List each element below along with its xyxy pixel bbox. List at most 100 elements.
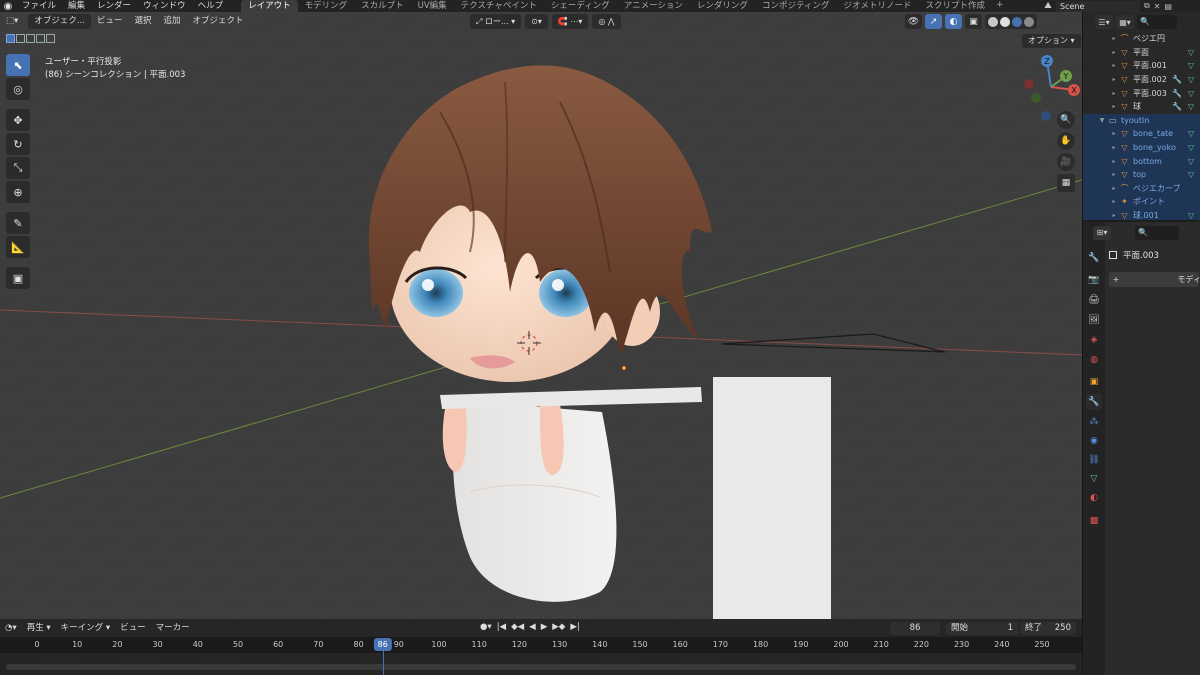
menu-marker[interactable]: マーカー [151, 619, 195, 637]
pivot-point-icon[interactable]: ⊙▾ [525, 14, 548, 29]
solid-shading-icon[interactable] [1000, 16, 1010, 27]
world-tab-icon[interactable]: ◍ [1086, 352, 1102, 368]
tab-shading[interactable]: シェーディング [544, 0, 617, 12]
outliner-row[interactable]: ▸ ▽ bone_yoko ▽ [1083, 140, 1200, 155]
view-layer-icon[interactable]: ▤ [1164, 2, 1172, 11]
outliner-row[interactable]: ▸ ⌒ ベジエカーブ [1083, 181, 1200, 196]
tab-animation[interactable]: アニメーション [617, 0, 690, 12]
menu-object[interactable]: オブジェクト [186, 12, 249, 31]
outliner-row[interactable]: ▸ ▽ top ▽ [1083, 167, 1200, 182]
expand-arrow-icon[interactable]: ▸ [1109, 49, 1119, 56]
next-keyframe-icon[interactable]: ▶◆ [550, 622, 567, 632]
select-invert-icon[interactable] [36, 34, 45, 43]
material-tab-icon[interactable]: ◐ [1086, 490, 1102, 506]
menu-file[interactable]: ファイル [16, 0, 62, 12]
cursor-tool-icon[interactable]: ◎ [6, 78, 30, 100]
select-tool-icon[interactable]: ⬉ [6, 54, 30, 76]
physics-tab-icon[interactable]: ◉ [1086, 433, 1102, 449]
tab-sculpt[interactable]: スカルプト [354, 0, 411, 12]
select-extend-icon[interactable] [16, 34, 25, 43]
add-cube-tool-icon[interactable]: ▣ [6, 267, 30, 289]
wireframe-shading-icon[interactable] [988, 16, 998, 27]
current-frame-indicator[interactable]: 86 [373, 638, 392, 651]
visibility-icon[interactable]: 👁 [905, 14, 922, 29]
texture-tab-icon[interactable]: ▩ [1086, 513, 1102, 529]
scene-name[interactable]: Scene [1056, 0, 1140, 12]
menu-view[interactable]: ビュー [91, 12, 129, 31]
add-workspace-icon[interactable]: + [992, 0, 1008, 12]
ortho-grid-icon[interactable]: ▦ [1057, 174, 1075, 192]
outliner-row[interactable]: ▸ ▽ 平面.003 ▽ 🔧 [1083, 86, 1200, 100]
expand-arrow-icon[interactable]: ▸ [1109, 198, 1119, 205]
tab-rendering[interactable]: レンダリング [690, 0, 755, 12]
tab-uv-editing[interactable]: UV編集 [411, 0, 454, 12]
menu-add[interactable]: 追加 [157, 12, 186, 31]
record-icon[interactable]: ●▾ [478, 622, 494, 632]
menu-select[interactable]: 選択 [128, 12, 157, 31]
expand-arrow-icon[interactable]: ▸ [1109, 35, 1119, 42]
outliner-row[interactable]: ▸ ⌒ ベジエ円 [1083, 32, 1200, 46]
expand-arrow-icon[interactable]: ▸ [1109, 158, 1119, 165]
gizmo-toggle-icon[interactable]: ↗ [925, 14, 942, 29]
annotate-tool-icon[interactable]: ✎ [6, 212, 30, 234]
output-tab-icon[interactable]: 🖨 [1086, 292, 1102, 308]
transform-orientation-dropdown[interactable]: ⤢ ロー... ▾ [470, 14, 522, 29]
camera-icon[interactable]: 🎥 [1057, 153, 1075, 171]
expand-arrow-icon[interactable]: ▸ [1109, 103, 1119, 110]
menu-keying[interactable]: キーイング ▾ [56, 619, 115, 637]
expand-arrow-icon[interactable]: ▸ [1109, 185, 1119, 192]
outliner-row[interactable]: ▸ ▽ 平面 ▽ [1083, 46, 1200, 60]
frame-ruler[interactable]: 0 10 20 30 40 50 60 70 80 90 100 110 120 130 140 150 160… [0, 637, 1082, 653]
tab-layout[interactable]: レイアウト [241, 0, 298, 12]
menu-help[interactable]: ヘルプ [192, 0, 230, 12]
transform-tool-icon[interactable]: ⊕ [6, 181, 30, 203]
select-subtract-icon[interactable] [26, 34, 35, 43]
start-frame-field[interactable]: 開始 1 [946, 622, 1018, 635]
navigation-gizmo[interactable]: X Y Z [1018, 52, 1082, 122]
outliner-row[interactable]: ▸ ▽ 球 ▽ 🔧 [1083, 100, 1200, 114]
timeline-editor-type-icon[interactable]: ◔▾ [0, 619, 22, 637]
tool-tab-icon[interactable]: 🔧 [1086, 250, 1102, 266]
xray-toggle-icon[interactable]: ▣ [965, 14, 982, 29]
prev-keyframe-icon[interactable]: ◆◀ [509, 622, 526, 632]
display-mode-icon[interactable]: ▦▾ [1116, 15, 1134, 29]
constraints-tab-icon[interactable]: ⛓ [1086, 452, 1102, 468]
data-tab-icon[interactable]: ▽ [1086, 471, 1102, 487]
scale-tool-icon[interactable]: ⤡ [6, 157, 30, 179]
menu-render[interactable]: レンダー [91, 0, 137, 12]
play-reverse-icon[interactable]: ◀ [527, 622, 538, 632]
pan-hand-icon[interactable]: ✋ [1057, 132, 1075, 150]
close-icon[interactable]: ✕ [1154, 2, 1161, 11]
scene-tab-icon[interactable]: ◈ [1086, 332, 1102, 348]
scene-selector[interactable]: ⛰ Scene [1040, 0, 1140, 12]
tab-geometry-nodes[interactable]: ジオメトリノード [836, 0, 918, 12]
move-tool-icon[interactable]: ✥ [6, 109, 30, 131]
expand-arrow-icon[interactable]: ▼ [1097, 117, 1107, 124]
tab-texture-paint[interactable]: テクスチャペイント [454, 0, 544, 12]
expand-arrow-icon[interactable]: ▸ [1109, 212, 1119, 219]
outliner-search-input[interactable]: 🔍 [1137, 15, 1177, 29]
blender-logo-icon[interactable]: ◉ [0, 0, 16, 12]
properties-search-input[interactable]: 🔍 [1135, 226, 1179, 240]
rendered-shading-icon[interactable] [1024, 16, 1034, 27]
snap-icon[interactable]: 🧲 ⋯▾ [551, 14, 589, 29]
view-layer-tab-icon[interactable]: 🖼 [1086, 312, 1102, 328]
overlay-toggle-icon[interactable]: ◐ [945, 14, 962, 29]
end-frame-field[interactable]: 終了 250 [1020, 622, 1076, 635]
select-new-icon[interactable] [6, 34, 15, 43]
material-preview-icon[interactable] [1012, 16, 1022, 27]
proportional-edit-icon[interactable]: ◎ ⋀ [592, 14, 621, 29]
menu-playback[interactable]: 再生 ▾ [22, 619, 56, 637]
rotate-tool-icon[interactable]: ↻ [6, 133, 30, 155]
jump-end-icon[interactable]: ▶| [568, 622, 581, 632]
select-intersect-icon[interactable] [46, 34, 55, 43]
outliner-row[interactable]: ▼ ▭ tyoutin [1083, 113, 1200, 128]
outliner-row[interactable]: ▸ ▽ 平面.001 ▽ [1083, 59, 1200, 73]
expand-arrow-icon[interactable]: ▸ [1109, 90, 1119, 97]
3d-viewport[interactable]: ⬚▾ オブジェク... ビュー 選択 追加 オブジェクト ⤢ ロー... ▾ ⊙… [0, 12, 1082, 619]
jump-start-icon[interactable]: |◀ [495, 622, 508, 632]
timeline-editor[interactable]: ◔▾ 再生 ▾ キーイング ▾ ビュー マーカー ●▾ |◀ ◆◀ ◀ ▶ ▶◆… [0, 619, 1082, 675]
object-mode-dropdown[interactable]: オブジェク... [28, 14, 91, 29]
measure-tool-icon[interactable]: 📐 [6, 236, 30, 258]
tab-scripting[interactable]: スクリプト作成 [918, 0, 992, 12]
